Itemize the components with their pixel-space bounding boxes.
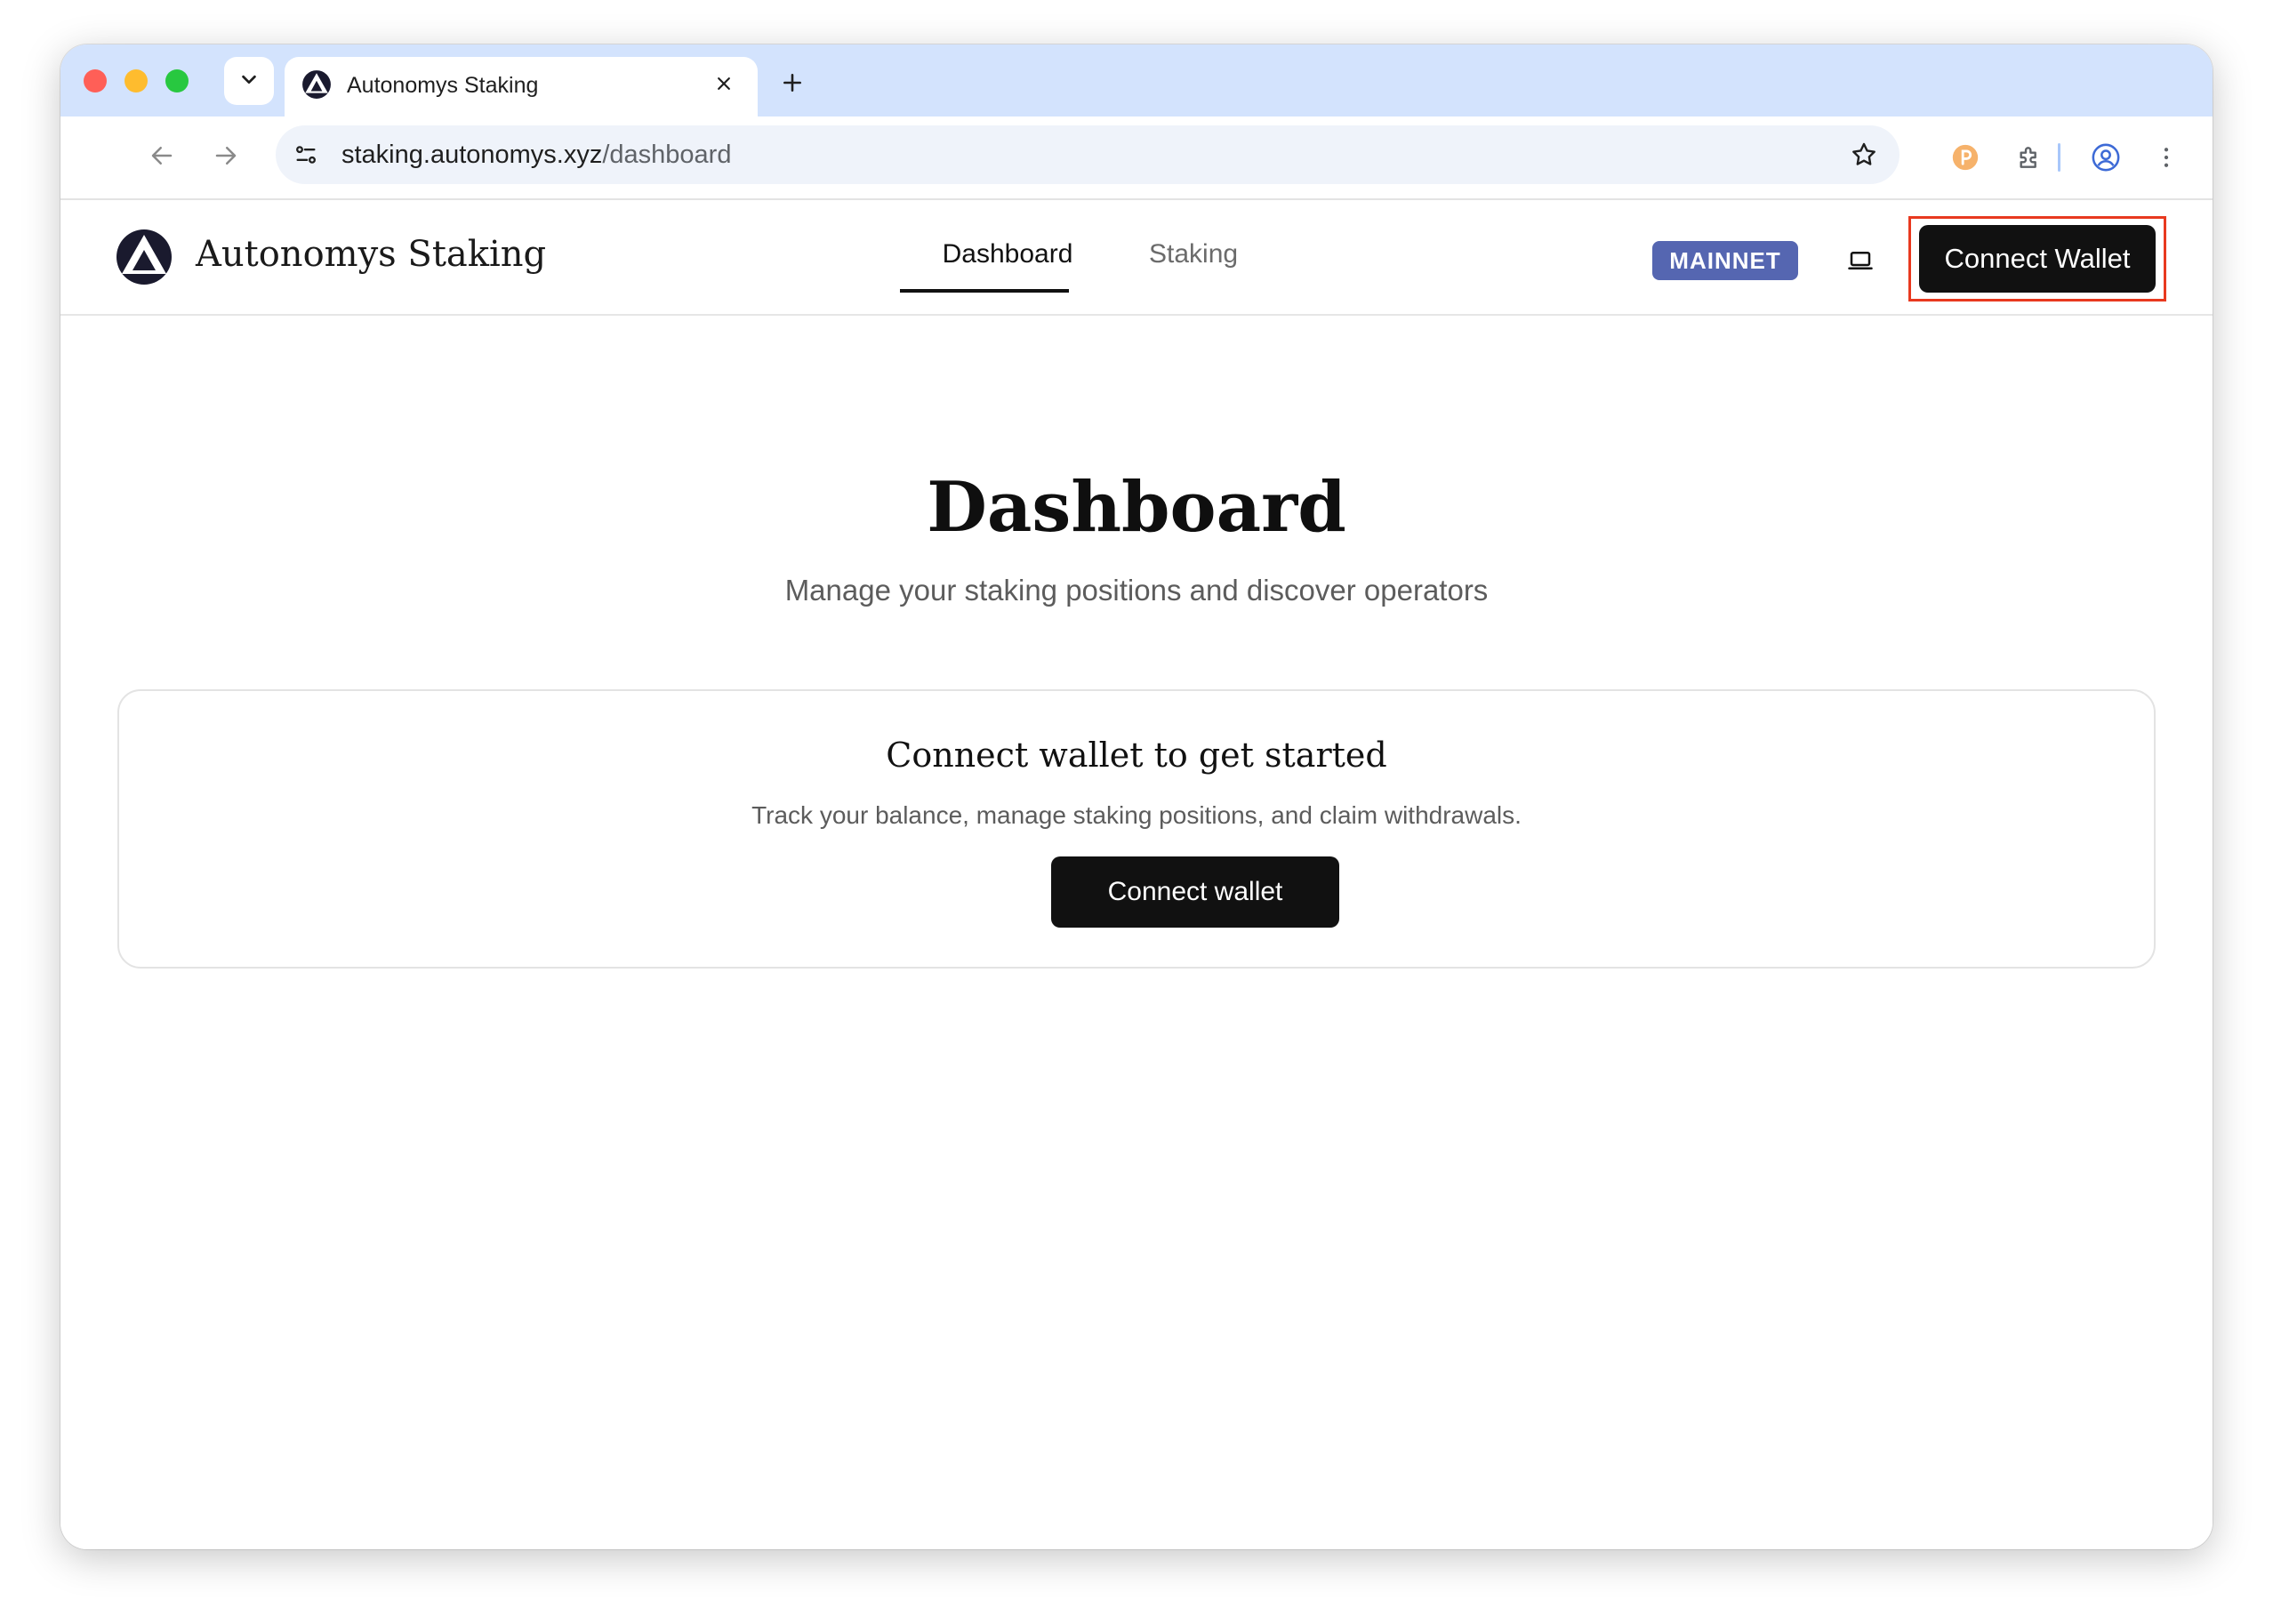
plus-icon xyxy=(781,71,804,99)
tab-title: Autonomys Staking xyxy=(347,73,539,98)
page-subtitle: Manage your staking positions and discov… xyxy=(784,574,1489,607)
tab-strip: Autonomys Staking xyxy=(60,44,2213,117)
forward-button[interactable] xyxy=(208,140,244,175)
page-content: Autonomys Staking Dashboard Staking MAIN… xyxy=(60,200,2213,1549)
profile-icon[interactable] xyxy=(2086,138,2125,177)
browser-tab-active[interactable]: Autonomys Staking xyxy=(285,57,758,117)
active-tab-indicator xyxy=(900,289,1069,293)
minimize-window-button[interactable] xyxy=(124,69,148,92)
forward-arrow-icon xyxy=(213,142,239,173)
puzzle-icon[interactable] xyxy=(2010,138,2049,177)
close-window-button[interactable] xyxy=(84,69,107,92)
nav-tab-dashboard[interactable]: Dashboard xyxy=(923,239,1092,269)
maximize-window-button[interactable] xyxy=(165,69,189,92)
chevron-down-icon xyxy=(239,69,259,93)
tab-search-button[interactable] xyxy=(224,57,274,105)
brand-name[interactable]: Autonomys Staking xyxy=(196,234,546,275)
url-path: /dashboard xyxy=(602,141,732,169)
browser-toolbar: staking.autonomys.xyz/dashboard xyxy=(60,117,2213,200)
connect-wallet-button[interactable]: Connect Wallet xyxy=(1919,225,2156,293)
back-button[interactable] xyxy=(144,140,180,175)
page-title: Dashboard xyxy=(927,467,1346,548)
autonomys-logo-icon xyxy=(301,69,333,100)
toolbar-divider xyxy=(2058,143,2060,172)
autonomys-logo-icon[interactable] xyxy=(116,229,173,285)
card-description: Track your balance, manage staking posit… xyxy=(751,801,1522,829)
url-text: staking.autonomys.xyz/dashboard xyxy=(341,141,731,170)
laptop-icon[interactable] xyxy=(1843,243,1878,278)
card-title: Connect wallet to get started xyxy=(886,736,1387,775)
browser-window: Autonomys Staking staking.autonomys.xyz/… xyxy=(60,44,2213,1549)
star-icon[interactable] xyxy=(1846,137,1882,173)
extension-coin-icon[interactable] xyxy=(1946,138,1985,177)
new-tab-button[interactable] xyxy=(772,64,813,105)
site-header: Autonomys Staking Dashboard Staking MAIN… xyxy=(60,200,2213,316)
url-host: staking.autonomys.xyz xyxy=(341,141,603,169)
card-connect-wallet-button[interactable]: Connect wallet xyxy=(1051,856,1339,928)
address-bar[interactable]: staking.autonomys.xyz/dashboard xyxy=(276,125,1900,184)
connect-wallet-card: Connect wallet to get started Track your… xyxy=(117,689,2156,969)
site-info-icon[interactable] xyxy=(288,137,324,173)
back-arrow-icon xyxy=(149,142,175,173)
network-badge[interactable]: MAINNET xyxy=(1652,241,1798,280)
close-icon[interactable] xyxy=(710,69,738,98)
nav-tab-staking[interactable]: Staking xyxy=(1149,239,1238,269)
more-vert-icon[interactable] xyxy=(2147,138,2186,177)
